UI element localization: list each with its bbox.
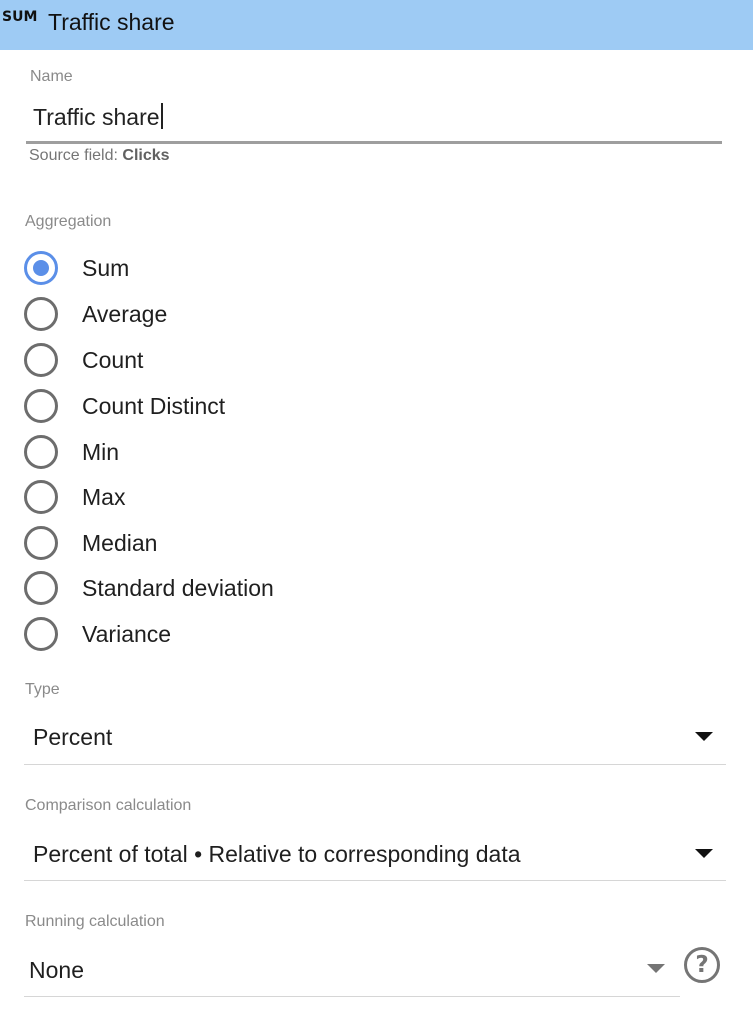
text-caret	[160, 103, 163, 129]
name-label: Name	[30, 68, 73, 85]
radio-button-checked[interactable]	[24, 251, 58, 285]
radio-label: Average	[82, 300, 168, 327]
source-field-name: Clicks	[122, 147, 170, 164]
source-field-prefix: Source field:	[29, 147, 118, 164]
radio-button[interactable]	[24, 526, 58, 560]
radio-option-count[interactable]: Count	[24, 340, 143, 380]
radio-label: Min	[82, 438, 120, 465]
comparison-select-underline	[24, 880, 726, 881]
field-editor-panel: SUM Traffic share Name Traffic share Sou…	[0, 0, 753, 1024]
radio-option-sum[interactable]: Sum	[24, 248, 129, 288]
radio-label: Count	[82, 346, 144, 373]
comparison-select-value: Percent of total • Relative to correspon…	[33, 841, 521, 867]
radio-option-count-distinct[interactable]: Count Distinct	[24, 386, 225, 426]
panel-header: SUM Traffic share	[0, 0, 753, 50]
radio-button[interactable]	[24, 571, 58, 605]
radio-button[interactable]	[24, 435, 58, 469]
type-select-value: Percent	[33, 724, 113, 750]
radio-option-min[interactable]: Min	[24, 432, 119, 472]
radio-button[interactable]	[24, 389, 58, 423]
radio-button[interactable]	[24, 343, 58, 377]
radio-label: Sum	[82, 254, 130, 281]
caret-down-icon	[695, 732, 713, 741]
type-label: Type	[25, 681, 60, 698]
name-input[interactable]: Traffic share	[33, 100, 721, 134]
radio-option-max[interactable]: Max	[24, 477, 125, 517]
type-select[interactable]: Percent	[24, 716, 726, 764]
radio-label: Max	[82, 483, 126, 510]
running-select-value: None	[29, 957, 84, 983]
comparison-label: Comparison calculation	[25, 797, 192, 814]
radio-option-standard-deviation[interactable]: Standard deviation	[24, 568, 274, 608]
name-input-value: Traffic share	[33, 104, 160, 130]
help-icon[interactable]: ?	[684, 947, 720, 983]
caret-down-icon	[695, 849, 713, 858]
radio-label: Standard deviation	[82, 574, 274, 601]
radio-option-variance[interactable]: Variance	[24, 614, 171, 654]
panel-title: Traffic share	[48, 9, 175, 35]
running-select[interactable]: None	[24, 948, 680, 996]
caret-down-icon	[647, 964, 665, 973]
radio-option-average[interactable]: Average	[24, 294, 167, 334]
name-input-underline	[26, 141, 722, 144]
type-select-underline	[24, 764, 726, 765]
comparison-select[interactable]: Percent of total • Relative to correspon…	[24, 832, 726, 880]
running-label: Running calculation	[25, 913, 165, 930]
radio-label: Count Distinct	[82, 392, 226, 419]
running-select-underline	[24, 996, 680, 997]
radio-button[interactable]	[24, 480, 58, 514]
aggregation-label: Aggregation	[25, 213, 112, 230]
radio-button[interactable]	[24, 297, 58, 331]
source-field-note: Source field: Clicks	[29, 147, 170, 165]
radio-label: Median	[82, 529, 158, 556]
radio-option-median[interactable]: Median	[24, 523, 157, 563]
radio-label: Variance	[82, 620, 172, 647]
radio-button[interactable]	[24, 617, 58, 651]
aggregation-badge: SUM	[2, 9, 38, 25]
